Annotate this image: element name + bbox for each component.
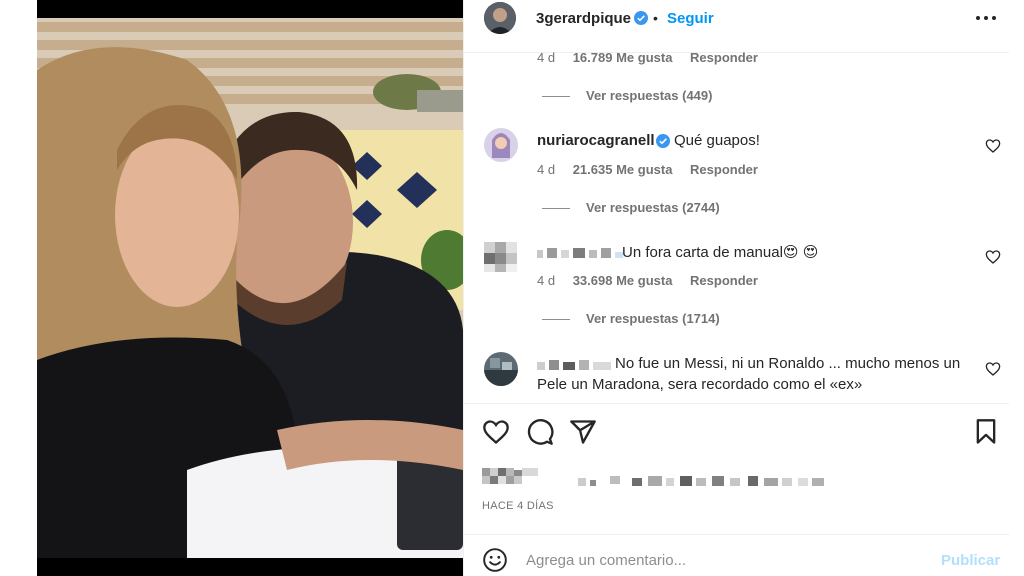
- liked-by-pixelated[interactable]: [482, 466, 842, 490]
- actions-divider: [464, 403, 1010, 404]
- replies-line: [542, 319, 570, 321]
- commenter-avatar-pixelated[interactable]: [484, 240, 518, 274]
- reply-button[interactable]: Responder: [690, 50, 758, 65]
- view-replies[interactable]: Ver respuestas (2744): [542, 200, 720, 215]
- comment-bubble-icon[interactable]: [526, 418, 554, 446]
- post-panel: 3gerardpique • Seguir 4 d 16.789 Me gust…: [463, 0, 1024, 576]
- post-photo[interactable]: [37, 0, 463, 576]
- add-comment-input[interactable]: Agrega un comentario...: [526, 552, 686, 569]
- comment-age: 4 d: [537, 50, 556, 65]
- comment-box-divider: [464, 534, 1010, 535]
- comment-text: Qué guapos!: [674, 132, 760, 149]
- publish-button[interactable]: Publicar: [941, 552, 1000, 569]
- comment-meta: 4 d 16.789 Me gusta Responder: [537, 50, 772, 65]
- replies-line: [542, 208, 570, 210]
- comment-likes[interactable]: 21.635 Me gusta: [573, 162, 673, 177]
- author-avatar[interactable]: [484, 2, 516, 34]
- view-replies-label: Ver respuestas (2744): [586, 200, 720, 215]
- pixelated-username[interactable]: [537, 358, 615, 374]
- pixelated-username[interactable]: [537, 246, 625, 262]
- verified-badge-icon: [634, 11, 648, 25]
- share-paper-plane-icon[interactable]: [569, 418, 597, 446]
- reply-button[interactable]: Responder: [690, 162, 758, 177]
- comment-meta: 4 d 21.635 Me gusta Responder: [537, 162, 772, 177]
- view-replies-label: Ver respuestas (449): [586, 88, 713, 103]
- comment-text: No fue un Messi, ni un Ronaldo ... mucho…: [615, 355, 961, 372]
- verified-badge-icon: [656, 134, 670, 148]
- emoji-smiley-icon[interactable]: [482, 547, 508, 573]
- comment-age: 4 d: [537, 162, 556, 177]
- like-heart-icon[interactable]: [482, 418, 510, 446]
- save-bookmark-icon[interactable]: [972, 418, 1000, 446]
- page-scroll-area: [1009, 0, 1024, 576]
- follow-button[interactable]: Seguir: [667, 10, 714, 27]
- post-header: 3gerardpique • Seguir: [464, 0, 1010, 40]
- like-comment-heart-icon[interactable]: [985, 138, 1001, 154]
- view-replies[interactable]: Ver respuestas (449): [542, 88, 712, 103]
- commenter-username[interactable]: nuriarocagranell: [537, 132, 655, 149]
- post-timestamp: HACE 4 DÍAS: [482, 500, 554, 512]
- comment-body: nuriarocagranell: [537, 130, 655, 151]
- comment-likes[interactable]: 16.789 Me gusta: [573, 50, 673, 65]
- replies-line: [542, 96, 570, 98]
- more-horizontal-icon[interactable]: [972, 6, 1000, 30]
- like-comment-heart-icon[interactable]: [985, 361, 1001, 377]
- commenter-avatar[interactable]: [484, 352, 518, 386]
- comment-age: 4 d: [537, 273, 556, 288]
- comment-likes[interactable]: 33.698 Me gusta: [573, 273, 673, 288]
- author-username[interactable]: 3gerardpique: [536, 10, 631, 27]
- reply-button[interactable]: Responder: [690, 273, 758, 288]
- like-comment-heart-icon[interactable]: [985, 249, 1001, 265]
- comment-meta: 4 d 33.698 Me gusta Responder: [537, 273, 772, 288]
- view-replies[interactable]: Ver respuestas (1714): [542, 311, 720, 326]
- comment-text: Un fora carta de manual😍 😍: [622, 244, 819, 261]
- commenter-avatar[interactable]: [484, 128, 518, 162]
- comment-text-continued: Pele un Maradona, sera recordado como el…: [537, 376, 863, 393]
- view-replies-label: Ver respuestas (1714): [586, 311, 720, 326]
- separator-dot: •: [653, 10, 658, 26]
